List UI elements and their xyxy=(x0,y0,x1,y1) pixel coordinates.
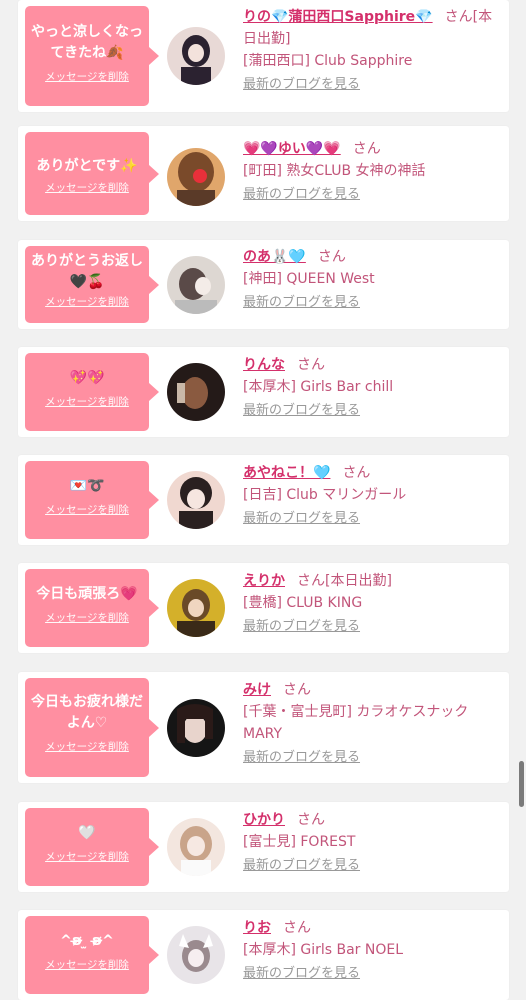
shop-name: [豊橋] CLUB KING xyxy=(243,595,363,611)
message-text: ありがとうお返し🖤🍒 xyxy=(31,253,143,290)
cast-name-link[interactable]: ひかり xyxy=(243,812,285,828)
delete-message-link[interactable]: メッセージを削除 xyxy=(25,295,149,309)
honorific: さん xyxy=(444,9,473,25)
latest-blog-link[interactable]: 最新のブログを見る xyxy=(243,855,360,877)
message-card: 今日も頑張ろ💗 メッセージを削除 えりか さん[本日出勤] [豊橋] CLUB K… xyxy=(18,563,509,653)
shop-name: [蒲田西口] Club Sapphire xyxy=(243,53,413,69)
cast-info: あやねこ！🩵 さん [日吉] Club マリンガール 最新のブログを見る xyxy=(243,462,503,530)
message-card: ありがとうお返し🖤🍒 メッセージを削除 のあ🐰🩵 さん [神田] QUEEN We… xyxy=(18,240,509,329)
shop-name: [本厚木] Girls Bar chill xyxy=(243,379,394,395)
avatar[interactable] xyxy=(167,27,225,85)
cast-info: 💗💜ゆい💜💗 さん [町田] 熟女CLUB 女神の神話 最新のブログを見る xyxy=(243,138,503,206)
message-bubble: 今日もお疲れ様だよん♡ メッセージを削除 xyxy=(25,678,159,777)
message-card: 今日もお疲れ様だよん♡ メッセージを削除 みけ さん [千葉・富士見町] カラオケ… xyxy=(18,672,509,783)
shop-name: [千葉・富士見町] カラオケスナック MARY xyxy=(243,704,469,742)
cast-info: りんな さん [本厚木] Girls Bar chill 最新のブログを見る xyxy=(243,354,503,422)
cast-info: ひかり さん [富士見] FOREST 最新のブログを見る xyxy=(243,809,503,877)
delete-message-link[interactable]: メッセージを削除 xyxy=(25,740,149,754)
message-text: ^ʚ̴̶̷̷ ̫ ʚ̴̶̷̷^ xyxy=(60,933,114,949)
latest-blog-link[interactable]: 最新のブログを見る xyxy=(243,747,360,769)
avatar[interactable] xyxy=(167,148,225,206)
shop-name: [富士見] FOREST xyxy=(243,834,356,850)
shop-name: [神田] QUEEN West xyxy=(243,271,375,287)
latest-blog-link[interactable]: 最新のブログを見る xyxy=(243,74,360,96)
cast-name-link[interactable]: えりか xyxy=(243,573,285,589)
latest-blog-link[interactable]: 最新のブログを見る xyxy=(243,292,360,314)
avatar[interactable] xyxy=(167,579,225,637)
honorific: さん xyxy=(283,920,311,936)
message-text: ありがとです✨ xyxy=(36,158,138,174)
message-card: 💖💖 メッセージを削除 りんな さん [本厚木] Girls Bar chill … xyxy=(18,347,509,437)
honorific: さん xyxy=(352,141,381,157)
cast-name-link[interactable]: りお xyxy=(243,920,271,936)
cast-name-link[interactable]: のあ🐰🩵 xyxy=(243,249,306,265)
honorific: さん xyxy=(342,465,371,481)
message-bubble: ^ʚ̴̶̷̷ ̫ ʚ̴̶̷̷^ メッセージを削除 xyxy=(25,916,159,994)
cast-info: りお さん [本厚木] Girls Bar NOEL 最新のブログを見る xyxy=(243,917,503,985)
message-bubble: 🤍 メッセージを削除 xyxy=(25,808,159,886)
shop-name: [本厚木] Girls Bar NOEL xyxy=(243,942,404,958)
delete-message-link[interactable]: メッセージを削除 xyxy=(25,958,149,972)
message-card: 🤍 メッセージを削除 ひかり さん [富士見] FOREST 最新のブログを見る xyxy=(18,802,509,892)
message-bubble: ありがとです✨ メッセージを削除 xyxy=(25,132,159,215)
cast-name-link[interactable]: あやねこ！🩵 xyxy=(243,465,330,481)
honorific: さん xyxy=(297,357,325,373)
avatar[interactable] xyxy=(167,471,225,529)
message-bubble: 💌➰ メッセージを削除 xyxy=(25,461,159,539)
cast-name-link[interactable]: りんな xyxy=(243,357,285,373)
shop-name: [町田] 熟女CLUB 女神の神話 xyxy=(243,163,426,179)
cast-name-link[interactable]: 💗💜ゆい💜💗 xyxy=(243,141,341,157)
message-text: やっと涼しくなってきたね🍂 xyxy=(31,24,143,61)
message-text: 今日もお疲れ様だよん♡ xyxy=(31,694,143,731)
cast-info: のあ🐰🩵 さん [神田] QUEEN West 最新のブログを見る xyxy=(243,246,503,314)
delete-message-link[interactable]: メッセージを削除 xyxy=(25,70,149,84)
delete-message-link[interactable]: メッセージを削除 xyxy=(25,395,149,409)
delete-message-link[interactable]: メッセージを削除 xyxy=(25,611,149,625)
avatar[interactable] xyxy=(167,926,225,984)
message-text: 🤍 xyxy=(78,825,96,841)
honorific: さん xyxy=(297,573,325,589)
latest-blog-link[interactable]: 最新のブログを見る xyxy=(243,508,360,530)
message-bubble: やっと涼しくなってきたね🍂 メッセージを削除 xyxy=(25,6,159,106)
message-card: やっと涼しくなってきたね🍂 メッセージを削除 りの💎蒲田西口Sapphire💎 さ… xyxy=(18,0,509,112)
latest-blog-link[interactable]: 最新のブログを見る xyxy=(243,184,360,206)
honorific: さん xyxy=(283,682,311,698)
cast-info: えりか さん[本日出勤] [豊橋] CLUB KING 最新のブログを見る xyxy=(243,570,503,638)
message-card: 💌➰ メッセージを削除 あやねこ！🩵 さん [日吉] Club マリンガール 最新… xyxy=(18,455,509,545)
shop-name: [日吉] Club マリンガール xyxy=(243,487,407,503)
delete-message-link[interactable]: メッセージを削除 xyxy=(25,181,149,195)
message-bubble: 今日も頑張ろ💗 メッセージを削除 xyxy=(25,569,159,647)
message-bubble: 💖💖 メッセージを削除 xyxy=(25,353,159,431)
avatar[interactable] xyxy=(167,699,225,757)
message-card: ^ʚ̴̶̷̷ ̫ ʚ̴̶̷̷^ メッセージを削除 りお さん [本厚木] Girl… xyxy=(18,910,509,1000)
cast-name-link[interactable]: りの💎蒲田西口Sapphire💎 xyxy=(243,9,433,25)
message-bubble: ありがとうお返し🖤🍒 メッセージを削除 xyxy=(25,246,159,323)
latest-blog-link[interactable]: 最新のブログを見る xyxy=(243,616,360,638)
honorific: さん xyxy=(317,249,346,265)
message-card: ありがとです✨ メッセージを削除 💗💜ゆい💜💗 さん [町田] 熟女CLUB 女神… xyxy=(18,126,509,221)
avatar[interactable] xyxy=(167,363,225,421)
attendance-badge: [本日出勤] xyxy=(325,573,392,589)
latest-blog-link[interactable]: 最新のブログを見る xyxy=(243,400,360,422)
delete-message-link[interactable]: メッセージを削除 xyxy=(25,850,149,864)
message-text: 💖💖 xyxy=(69,370,105,386)
avatar[interactable] xyxy=(167,256,225,314)
message-text: 💌➰ xyxy=(69,478,105,494)
cast-name-link[interactable]: みけ xyxy=(243,682,271,698)
message-text: 今日も頑張ろ💗 xyxy=(36,586,138,602)
honorific: さん xyxy=(297,812,325,828)
avatar[interactable] xyxy=(167,818,225,876)
latest-blog-link[interactable]: 最新のブログを見る xyxy=(243,963,360,985)
delete-message-link[interactable]: メッセージを削除 xyxy=(25,503,149,517)
scrollbar[interactable] xyxy=(519,761,524,807)
cast-info: りの💎蒲田西口Sapphire💎 さん[本日出勤] [蒲田西口] Club Sap… xyxy=(243,6,503,96)
cast-info: みけ さん [千葉・富士見町] カラオケスナック MARY 最新のブログを見る xyxy=(243,679,503,769)
